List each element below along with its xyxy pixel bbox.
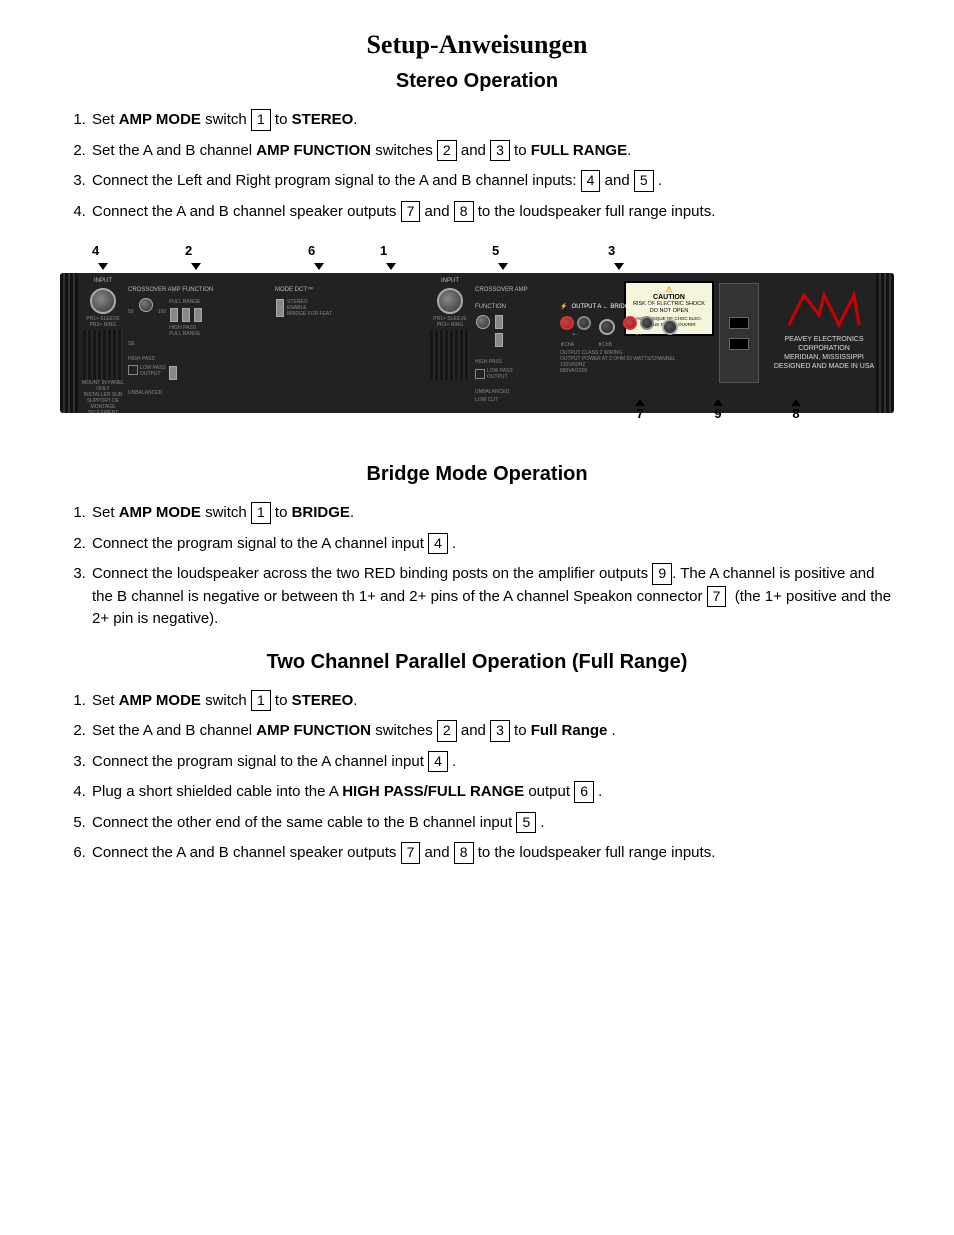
high-pass-label: HIGH PASS/FULL RANGE <box>342 783 524 800</box>
parallel-num-1: 1 <box>251 690 271 712</box>
stereo-section: Stereo Operation Set AMP MODE switch 1 t… <box>60 70 894 223</box>
parallel-num-8: 8 <box>454 842 474 864</box>
num-box-8: 8 <box>454 201 474 223</box>
amp-mode-label: AMP MODE <box>119 111 201 128</box>
vent-right <box>876 273 894 413</box>
stereo-label: STEREO <box>292 111 354 128</box>
parallel-step-4: Plug a short shielded cable into the A H… <box>90 781 894 804</box>
bridge-num-4: 4 <box>428 533 448 555</box>
num-box-7: 7 <box>401 201 421 223</box>
parallel-num-5: 5 <box>516 812 536 834</box>
page-title: Setup-Anweisungen <box>60 30 894 60</box>
stereo-steps: Set AMP MODE switch 1 to STEREO. Set the… <box>90 109 894 223</box>
vent-left <box>60 273 78 413</box>
amp-label-3: 3 <box>608 243 615 258</box>
num-box-1: 1 <box>251 109 271 131</box>
bridge-num-1: 1 <box>251 502 271 524</box>
bridge-steps: Set AMP MODE switch 1 to BRIDGE. Connect… <box>90 502 894 631</box>
num-box-4: 4 <box>581 170 601 192</box>
amp-function-parallel-label: AMP FUNCTION <box>256 722 371 739</box>
amp-label-4: 4 <box>92 243 99 258</box>
parallel-num-2: 2 <box>437 720 457 742</box>
stereo-heading: Stereo Operation <box>60 70 894 93</box>
amp-diagram: 4 2 6 1 5 3 INPUT PR1+ SLEEVE PR3+ RING … <box>60 243 894 443</box>
parallel-step-2: Set the A and B channel AMP FUNCTION swi… <box>90 720 894 743</box>
bottom-arrow-area: 7 9 8 <box>635 399 801 421</box>
stereo-step-1: Set AMP MODE switch 1 to STEREO. <box>90 109 894 132</box>
stereo-step-4: Connect the A and B channel speaker outp… <box>90 201 894 224</box>
output-section: ⚡ OUTPUT A ← BRIDGE → OUTPUT B + - <box>560 303 740 374</box>
amp-mode-parallel-label: AMP MODE <box>119 692 201 709</box>
num-box-2: 2 <box>437 140 457 162</box>
bridge-step-3: Connect the loudspeaker across the two R… <box>90 563 894 631</box>
bridge-step-2: Connect the program signal to the A chan… <box>90 533 894 556</box>
bridge-section: Bridge Mode Operation Set AMP MODE switc… <box>60 463 894 631</box>
bridge-step-1: Set AMP MODE switch 1 to BRIDGE. <box>90 502 894 525</box>
num-box-5: 5 <box>634 170 654 192</box>
parallel-steps: Set AMP MODE switch 1 to STEREO. Set the… <box>90 690 894 865</box>
full-range-label: FULL RANGE <box>531 142 627 159</box>
parallel-section: Two Channel Parallel Operation (Full Ran… <box>60 651 894 865</box>
amp-label-6: 6 <box>308 243 315 258</box>
bottom-label-9: 9 <box>714 406 721 421</box>
amp-label-5: 5 <box>492 243 499 258</box>
mode-section: MODE DCT™ STEREOENABLEBRIDGE FOR FEAT <box>275 278 350 318</box>
ch-a-input: INPUT PR1+ SLEEVE PR3+ RING MOUNT IN PAN… <box>78 278 128 413</box>
amp-function-label: AMP FUNCTION <box>256 142 371 159</box>
parallel-heading: Two Channel Parallel Operation (Full Ran… <box>60 651 894 674</box>
bottom-label-7: 7 <box>636 406 643 421</box>
amp-panel: INPUT PR1+ SLEEVE PR3+ RING MOUNT IN PAN… <box>60 273 894 413</box>
bridge-label: BRIDGE <box>292 504 350 521</box>
stereo-parallel-label: STEREO <box>292 692 354 709</box>
peavey-logo: PEAVEY ELECTRONICS CORPORATIONMERIDIAN, … <box>764 278 884 378</box>
parallel-num-7: 7 <box>401 842 421 864</box>
ch-b-input: INPUT PR1+ SLEEVE PR3+ RING <box>425 278 475 380</box>
parallel-step-5: Connect the other end of the same cable … <box>90 812 894 835</box>
bridge-num-9: 9 <box>652 563 672 585</box>
parallel-step-3: Connect the program signal to the A chan… <box>90 751 894 774</box>
amp-label-1: 1 <box>380 243 387 258</box>
power-section <box>719 283 759 383</box>
ch-a-controls: CROSSOVER AMP FUNCTION 50 100 FULL RANGE <box>128 278 218 398</box>
ch-b-controls: CROSSOVER AMP FUNCTION HIGH PASS LOW PAS… <box>475 278 560 403</box>
parallel-step-6: Connect the A and B channel speaker outp… <box>90 842 894 865</box>
amp-mode-bridge-label: AMP MODE <box>119 504 201 521</box>
bridge-heading: Bridge Mode Operation <box>60 463 894 486</box>
bottom-label-8: 8 <box>792 406 799 421</box>
full-range-parallel-label: Full Range <box>531 722 608 739</box>
parallel-num-3: 3 <box>490 720 510 742</box>
parallel-num-4: 4 <box>428 751 448 773</box>
parallel-step-1: Set AMP MODE switch 1 to STEREO. <box>90 690 894 713</box>
parallel-num-6: 6 <box>574 781 594 803</box>
amp-label-2: 2 <box>185 243 192 258</box>
num-box-3: 3 <box>490 140 510 162</box>
stereo-step-2: Set the A and B channel AMP FUNCTION swi… <box>90 140 894 163</box>
bridge-num-7: 7 <box>707 586 727 608</box>
stereo-step-3: Connect the Left and Right program signa… <box>90 170 894 193</box>
